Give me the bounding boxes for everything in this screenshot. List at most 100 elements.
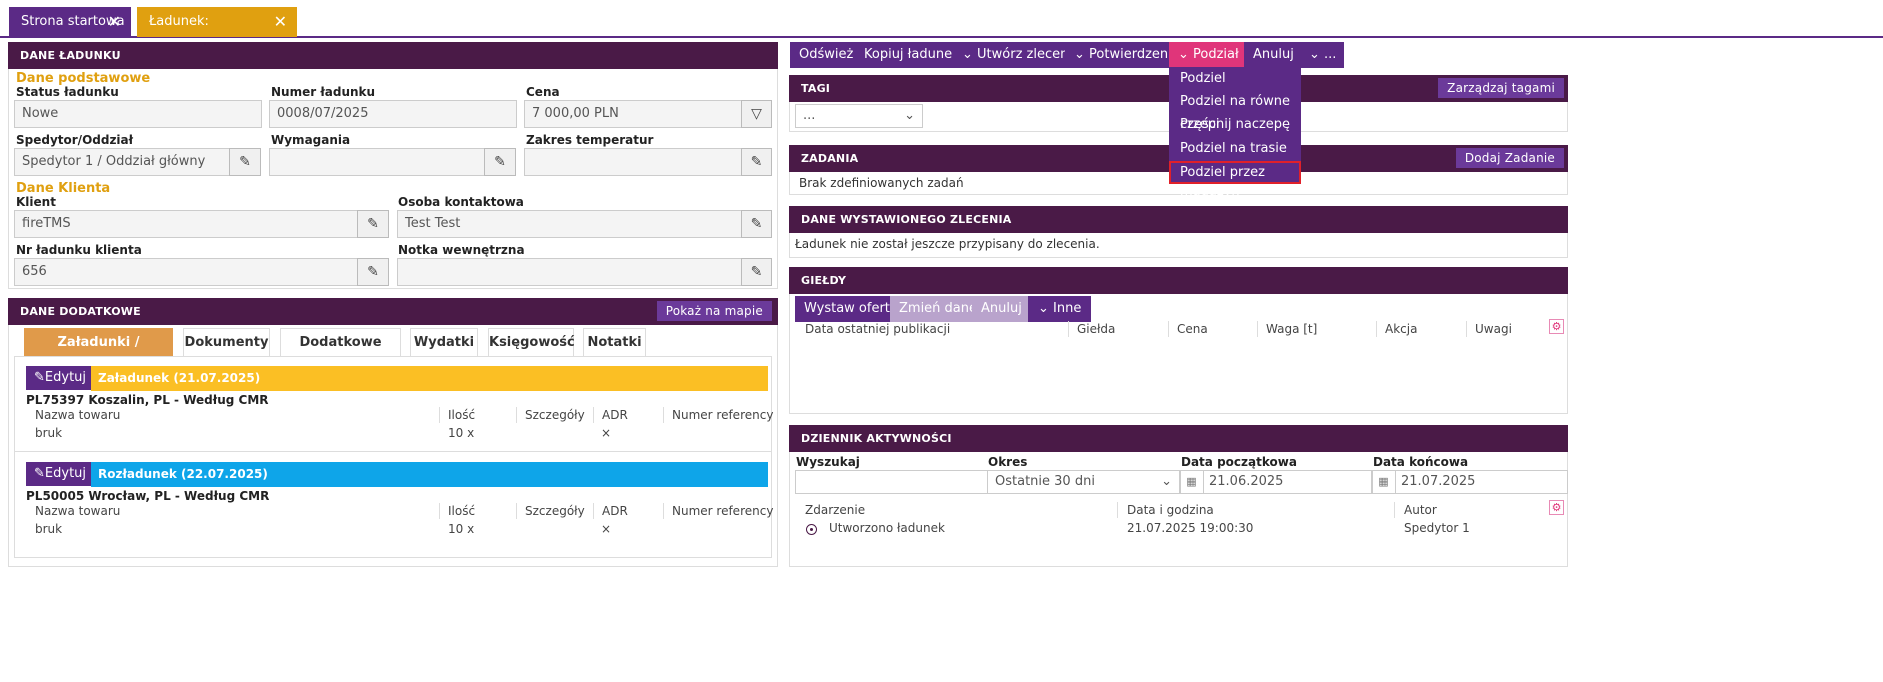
col-divider [663, 407, 664, 423]
tab-dokumenty[interactable]: Dokumenty [183, 328, 270, 358]
other-label: Inne [1053, 301, 1082, 316]
split-label: Podział [1193, 47, 1239, 62]
stop-banner-loading: Załadunek (21.07.2025) [91, 366, 768, 391]
split-button[interactable]: ⌄ Podział [1169, 42, 1248, 68]
col-publication-date: Data ostatniej publikacji [805, 322, 951, 336]
manage-tags-button[interactable]: Zarządzaj tagami [1438, 78, 1564, 98]
gear-icon[interactable]: ⚙ [1549, 500, 1564, 515]
menu-item-rowne-czesci[interactable]: Podziel na równe części [1169, 90, 1301, 132]
chevron-down-icon: ⌄ [1309, 47, 1325, 62]
cell-nazwa: bruk [35, 522, 63, 536]
spedytor-field[interactable]: Spedytor 1 / Oddział główny [14, 148, 230, 176]
edit-icon: ✎ [34, 370, 45, 385]
tags-select[interactable]: ... ⌄ [795, 104, 923, 128]
wymagania-field[interactable] [269, 148, 485, 176]
tab-wydatki[interactable]: Wydatki [410, 328, 478, 358]
edit-stop-button[interactable]: ✎Edytuj [26, 366, 95, 390]
chevron-down-icon: ⌄ [1038, 301, 1054, 316]
edit-icon[interactable]: ✎ [357, 210, 389, 238]
event-name: Utworzono ładunek [829, 521, 945, 535]
adr-cross-icon: × [601, 522, 612, 536]
klient-field[interactable]: fireTMS [14, 210, 358, 238]
period-label: Okres [988, 455, 1028, 469]
edit-icon[interactable]: ✎ [741, 258, 772, 286]
no-tasks-text: Brak zdefiniowanych zadań [799, 176, 964, 190]
close-icon[interactable]: ✕ [274, 7, 287, 37]
edit-icon[interactable]: ✎ [229, 148, 261, 176]
search-input[interactable] [795, 470, 988, 494]
start-date-label: Data początkowa [1181, 455, 1297, 469]
close-icon[interactable]: ✕ [108, 7, 121, 37]
status-field[interactable]: Nowe [14, 100, 262, 128]
stop-address: PL75397 Koszalin, PL - Według CMR [26, 393, 269, 407]
tagi-title: TAGI [801, 82, 831, 95]
gieldy-header: GIEŁDY [789, 267, 1568, 294]
col-szczegoly: Szczegóły tov [525, 504, 587, 518]
period-select[interactable]: Ostatnie 30 dni ⌄ [987, 470, 1180, 494]
col-divider [593, 407, 594, 423]
end-date-input[interactable]: 21.07.2025 [1372, 470, 1568, 494]
zakres-field[interactable] [524, 148, 742, 176]
cancel-button[interactable]: Anuluj [1244, 42, 1303, 68]
adr-cross-icon: × [601, 426, 612, 440]
chevron-down-icon: ⌄ [904, 108, 915, 123]
calendar-icon[interactable]: ▦ [1372, 470, 1396, 494]
col-event: Zdarzenie [805, 503, 866, 517]
tab-notatki[interactable]: Notatki [583, 328, 646, 358]
col-datetime: Data i godzina [1127, 503, 1214, 517]
nr-label: Nr ładunku klienta [16, 243, 142, 257]
col-numer: Numer referency [672, 504, 774, 518]
col-divider [1466, 321, 1467, 337]
notka-field[interactable] [397, 258, 742, 286]
calendar-icon[interactable]: ▦ [1180, 470, 1204, 494]
other-button[interactable]: ⌄ Inne [1028, 296, 1092, 322]
col-author: Autor [1404, 503, 1437, 517]
copy-load-button[interactable]: Kopiuj ładunek [855, 42, 969, 68]
split-dropdown-menu: Podziel Podziel na równe części Przepnij… [1169, 67, 1301, 199]
refresh-button[interactable]: Odśwież [790, 42, 863, 68]
more-label: ... [1324, 47, 1337, 62]
notka-label: Notka wewnętrzna [398, 243, 525, 257]
zakres-label: Zakres temperatur [526, 133, 654, 147]
col-price: Cena [1177, 322, 1208, 336]
tab-ksiegowosc[interactable]: Księgowość [488, 328, 575, 358]
cena-field[interactable]: 7 000,00 PLN [524, 100, 742, 128]
col-adr: ADR [602, 504, 628, 518]
tab-home[interactable]: Strona startowa ✕ [9, 7, 131, 37]
edit-stop-button[interactable]: ✎Edytuj [26, 462, 95, 486]
numer-label: Numer ładunku [271, 85, 376, 99]
add-task-button[interactable]: Dodaj Zadanie [1455, 148, 1564, 168]
cancel-offer-button[interactable]: Anuluj [972, 296, 1031, 322]
col-weight: Waga [t] [1266, 322, 1318, 336]
tab-ladunek[interactable]: Ładunek: 0008/07/2025✕ [137, 7, 297, 59]
tags-select-value: ... [803, 108, 816, 123]
edit-icon[interactable]: ✎ [484, 148, 516, 176]
osoba-field[interactable]: Test Test [397, 210, 742, 238]
edit-icon[interactable]: ✎ [741, 210, 772, 238]
col-divider [593, 503, 594, 519]
show-map-button[interactable]: Pokaż na mapie [656, 301, 772, 321]
edit-icon[interactable]: ✎ [741, 148, 772, 176]
gear-icon[interactable]: ⚙ [1549, 319, 1564, 334]
col-numer: Numer referency [672, 408, 774, 422]
edit-icon[interactable]: ✎ [357, 258, 389, 286]
menu-item-magazyn[interactable]: Podziel przez magazyn [1169, 161, 1301, 199]
chevron-down-icon: ⌄ [1161, 474, 1172, 489]
tab-uslugi[interactable]: Dodatkowe usługi [280, 328, 401, 378]
menu-item-przepnij[interactable]: Przepnij naczepę [1169, 113, 1301, 136]
more-button[interactable]: ⌄ ... [1300, 42, 1344, 68]
nr-field[interactable]: 656 [14, 258, 358, 286]
dane-ladunku-header: DANE ŁADUNKU [8, 42, 778, 69]
col-exchange: Giełda [1077, 322, 1116, 336]
numer-field[interactable]: 0008/07/2025 [269, 100, 517, 128]
menu-item-na-trasie[interactable]: Podziel na trasie [1169, 137, 1301, 160]
col-divider [1168, 321, 1169, 337]
col-action: Akcja [1385, 322, 1418, 336]
col-szczegoly: Szczegóły tov [525, 408, 587, 422]
col-divider [516, 407, 517, 423]
start-date-input[interactable]: 21.06.2025 [1180, 470, 1372, 494]
cena-filter-icon[interactable]: ▽ [741, 100, 772, 128]
col-divider [1117, 502, 1118, 518]
menu-item-podziel[interactable]: Podziel [1169, 67, 1301, 90]
tab-zaladunki[interactable]: Załadunki / Rozładunki [24, 328, 173, 378]
